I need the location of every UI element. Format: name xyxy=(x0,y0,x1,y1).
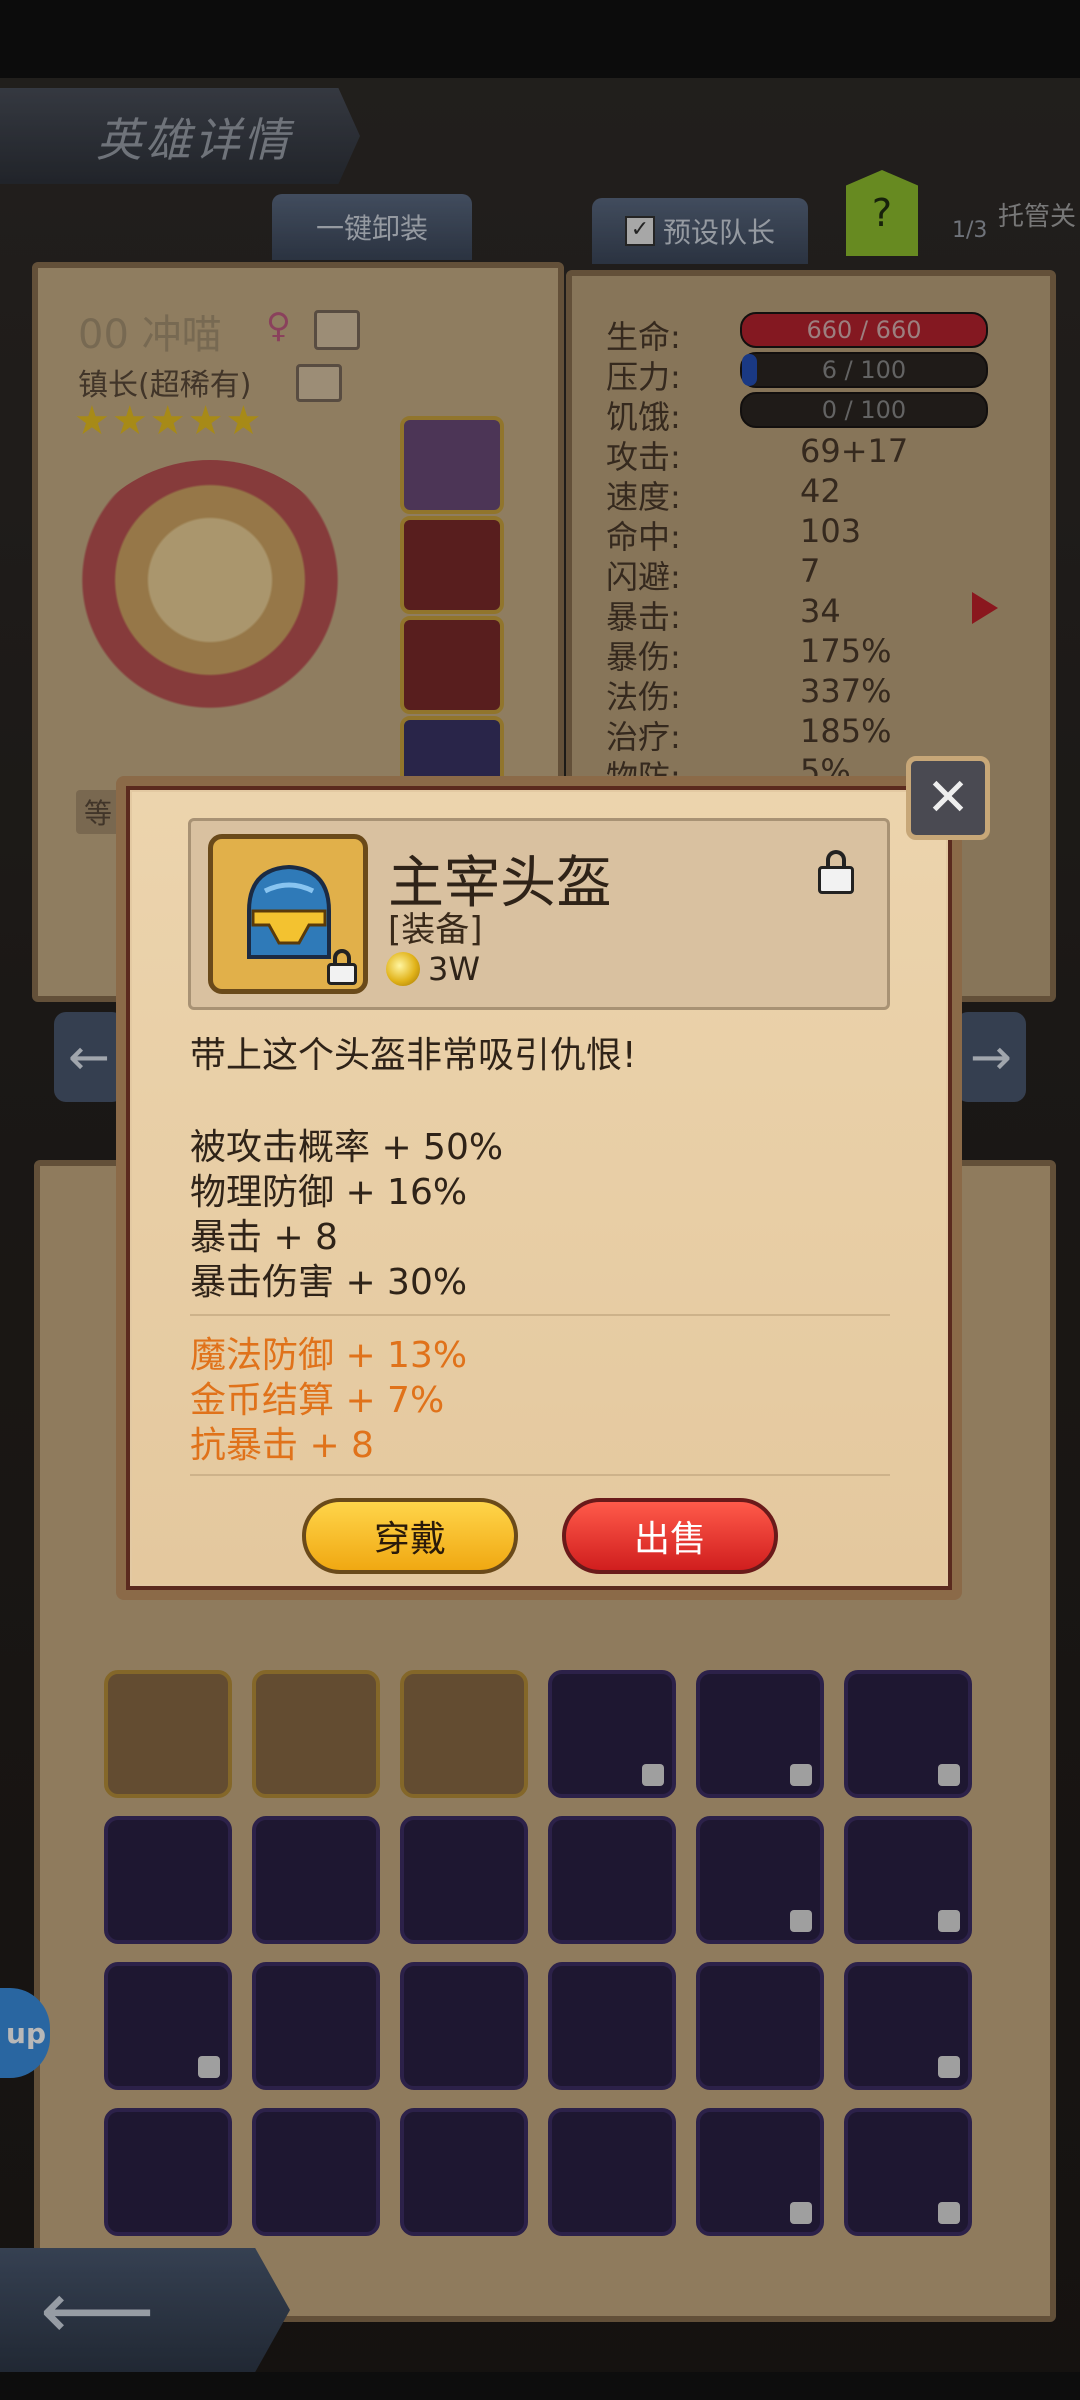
helmet-icon xyxy=(247,864,331,959)
bonus-attribute-line: 抗暴击 + 8 xyxy=(190,1425,374,1466)
status-bar xyxy=(0,0,1080,78)
sell-button[interactable]: 出售 xyxy=(562,1498,778,1574)
close-icon: ✕ xyxy=(926,768,970,828)
wear-button[interactable]: 穿戴 xyxy=(302,1498,518,1574)
coin-icon xyxy=(386,952,420,986)
item-price: 3W xyxy=(428,950,480,988)
lock-toggle-icon[interactable] xyxy=(818,850,854,894)
item-description: 带上这个头盔非常吸引仇恨! xyxy=(190,1035,637,1076)
close-button[interactable]: ✕ xyxy=(906,756,990,840)
item-type: [装备] xyxy=(388,910,483,950)
item-lock-icon xyxy=(327,949,357,985)
item-icon xyxy=(208,834,368,994)
divider xyxy=(190,1314,890,1316)
attribute-line: 暴击伤害 + 30% xyxy=(190,1262,468,1303)
divider xyxy=(190,1474,890,1476)
